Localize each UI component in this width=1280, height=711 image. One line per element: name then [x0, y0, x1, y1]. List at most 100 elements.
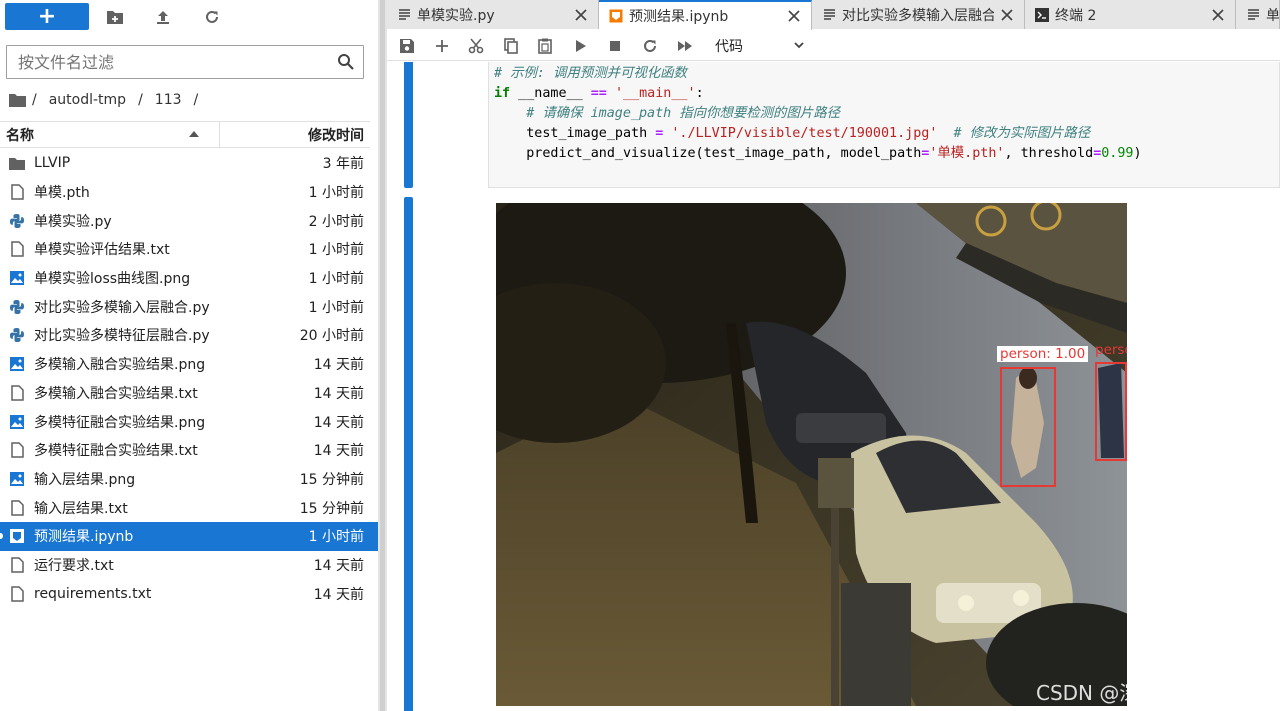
- file-name: 对比实验多模输入层融合.py: [34, 299, 210, 316]
- modified-column-label: 修改时间: [308, 127, 364, 144]
- detection-label: person: 0.99: [1095, 342, 1127, 358]
- file-row[interactable]: 运行要求.txt 14 天前: [0, 551, 378, 580]
- file-icon: [9, 184, 25, 200]
- file-row[interactable]: 单模实验.py 2 小时前: [0, 206, 378, 235]
- breadcrumb-113[interactable]: 113: [155, 92, 182, 108]
- file-row[interactable]: requirements.txt 14 天前: [0, 579, 378, 608]
- active-cell-indicator[interactable]: [404, 62, 413, 188]
- file-row[interactable]: 单模实验评估结果.txt 1 小时前: [0, 235, 378, 264]
- name-column-header[interactable]: 名称: [0, 122, 220, 147]
- paste-icon[interactable]: [535, 36, 555, 56]
- tab-2[interactable]: 对比实验多模输入层融合: [812, 0, 1025, 29]
- image-icon: [9, 270, 25, 286]
- notebook-toolbar: 代码: [387, 30, 1280, 61]
- file-icon: [9, 385, 25, 401]
- file-row[interactable]: 预测结果.ipynb 1 小时前: [0, 521, 378, 551]
- file-row[interactable]: 对比实验多模特征层融合.py 20 小时前: [0, 321, 378, 350]
- file-row[interactable]: LLVIP 3 年前: [0, 149, 378, 178]
- code-comment: # 修改为实际图片路径: [937, 126, 1091, 141]
- cell-type-select[interactable]: 代码: [715, 35, 805, 57]
- breadcrumb-sep: /: [138, 92, 143, 108]
- new-launcher-button[interactable]: +: [5, 3, 89, 30]
- cut-icon[interactable]: [466, 36, 486, 56]
- file-filter[interactable]: [6, 45, 364, 79]
- tab-4[interactable]: 单: [1236, 0, 1280, 29]
- close-icon[interactable]: [787, 9, 801, 23]
- file-modified: 14 天前: [313, 443, 364, 460]
- file-row[interactable]: 单模.pth 1 小时前: [0, 178, 378, 207]
- stop-icon[interactable]: [605, 36, 625, 56]
- file-row[interactable]: 多模特征融合实验结果.png 14 天前: [0, 407, 378, 436]
- breadcrumb-sep: /: [193, 92, 199, 108]
- modified-column-header[interactable]: 修改时间: [220, 122, 370, 147]
- breadcrumb: / autodl-tmp / 113 /: [9, 90, 198, 110]
- file-modified: 1 小时前: [308, 242, 364, 259]
- refresh-icon[interactable]: [201, 6, 223, 28]
- copy-icon[interactable]: [501, 36, 521, 56]
- restart-icon[interactable]: [640, 36, 660, 56]
- watermark: CSDN @深度学习乐园: [1036, 681, 1240, 705]
- file-name: 预测结果.ipynb: [34, 529, 134, 546]
- selection-marker: [0, 532, 3, 539]
- search-icon: [337, 53, 355, 75]
- chevron-down-icon: [793, 39, 805, 55]
- file-modified: 14 天前: [313, 357, 364, 374]
- file-row[interactable]: 多模输入融合实验结果.png 14 天前: [0, 350, 378, 379]
- close-icon[interactable]: [1000, 8, 1014, 22]
- file-modified: 14 天前: [313, 557, 364, 574]
- file-row[interactable]: 对比实验多模输入层融合.py 1 小时前: [0, 292, 378, 321]
- file-name: 多模输入融合实验结果.png: [34, 357, 206, 374]
- file-browser-toolbar: +: [0, 0, 378, 33]
- code-string: '单模.pth': [929, 146, 1005, 161]
- python-icon: [9, 327, 25, 343]
- output-cell-indicator[interactable]: [404, 197, 413, 711]
- text-file-icon: [1246, 8, 1260, 22]
- file-row[interactable]: 单模实验loss曲线图.png 1 小时前: [0, 264, 378, 293]
- run-icon[interactable]: [571, 36, 591, 56]
- add-cell-icon[interactable]: [432, 36, 452, 56]
- upload-icon[interactable]: [152, 6, 174, 28]
- notebook-panel: 单模实验.py 预测结果.ipynb 对比实验多模输入层融合 终端 2单 代码 …: [387, 0, 1280, 711]
- panel-splitter[interactable]: [378, 0, 387, 711]
- notebook-icon: [9, 528, 25, 544]
- python-icon: [9, 213, 25, 229]
- file-row[interactable]: 多模输入融合实验结果.txt 14 天前: [0, 379, 378, 408]
- code-string: '__main__': [614, 86, 696, 101]
- save-icon[interactable]: [397, 36, 417, 56]
- file-modified: 15 分钟前: [299, 500, 364, 517]
- tab-1[interactable]: 预测结果.ipynb: [599, 0, 812, 30]
- tab-0[interactable]: 单模实验.py: [387, 0, 599, 29]
- file-modified: 2 小时前: [308, 213, 364, 230]
- folder-icon: [9, 155, 25, 171]
- cell-type-value: 代码: [715, 39, 743, 55]
- home-folder-icon[interactable]: [9, 93, 26, 107]
- file-row[interactable]: 输入层结果.txt 15 分钟前: [0, 493, 378, 522]
- detection-output-image: person: 1.00 person: 0.99: [496, 203, 1127, 706]
- new-folder-icon[interactable]: [104, 6, 126, 28]
- close-icon[interactable]: [1211, 8, 1225, 22]
- filter-input[interactable]: [18, 52, 328, 72]
- file-icon: [9, 241, 25, 258]
- file-name: 多模输入融合实验结果.txt: [34, 385, 198, 402]
- text-file-icon: [397, 8, 411, 22]
- image-icon: [9, 356, 25, 372]
- file-icon: [9, 442, 25, 458]
- file-name: 多模特征融合实验结果.txt: [34, 443, 198, 460]
- file-modified: 1 小时前: [308, 185, 364, 202]
- code-number: 0.99: [1101, 146, 1134, 161]
- file-icon: [9, 499, 25, 516]
- file-name: 单模实验评估结果.txt: [34, 242, 170, 259]
- file-modified: 14 天前: [313, 385, 364, 402]
- tab-3[interactable]: 终端 2: [1025, 0, 1236, 29]
- file-icon: [9, 557, 25, 573]
- file-row[interactable]: 多模特征融合实验结果.txt 14 天前: [0, 436, 378, 465]
- image-icon: [9, 414, 25, 430]
- close-icon[interactable]: [574, 8, 588, 22]
- python-icon: [9, 299, 25, 315]
- file-modified: 20 小时前: [299, 328, 364, 345]
- fast-forward-icon[interactable]: [675, 36, 695, 56]
- breadcrumb-autodl-tmp[interactable]: autodl-tmp: [49, 92, 126, 108]
- code-cell-editor[interactable]: # 示例: 调用预测并可视化函数 if __name__ == '__main_…: [488, 62, 1280, 188]
- file-row[interactable]: 输入层结果.png 15 分钟前: [0, 465, 378, 494]
